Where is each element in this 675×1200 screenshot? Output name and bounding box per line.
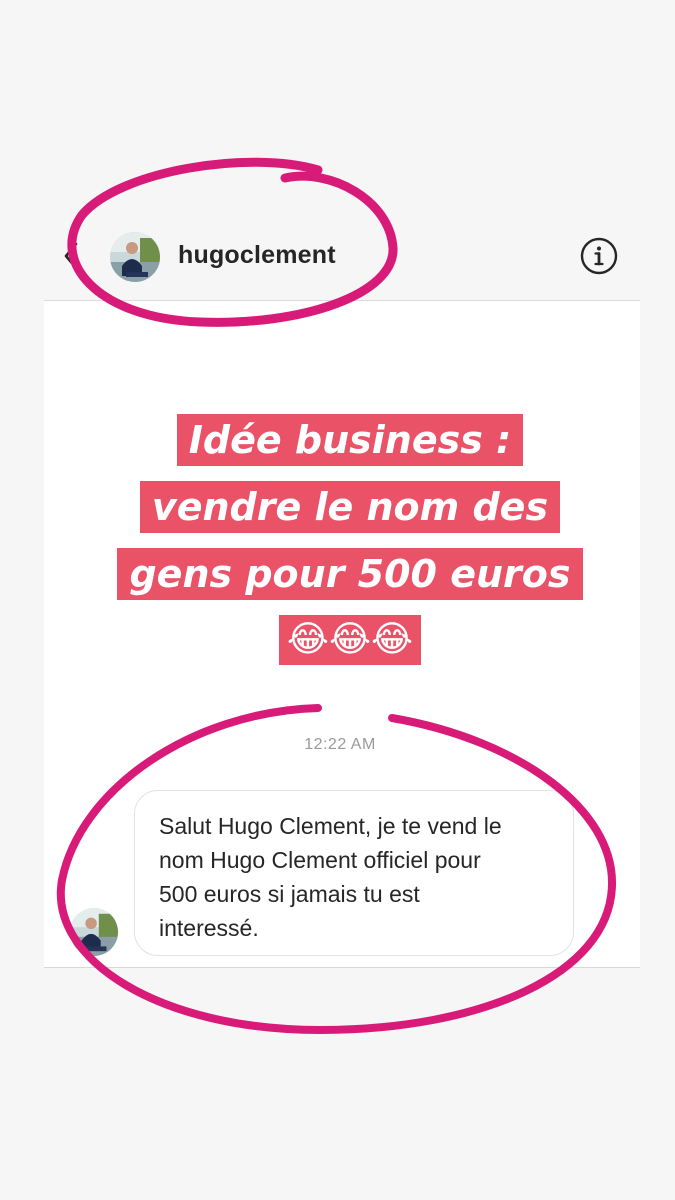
- headline-line-3: gens pour 500 euros: [117, 548, 583, 600]
- message-line-2: nom Hugo Clement officiel pour: [159, 847, 481, 873]
- message-line-1: Salut Hugo Clement, je te vend le: [159, 813, 502, 839]
- story-headline: Idée business : vendre le nom des gens p…: [60, 414, 640, 679]
- message-line-4: interessé.: [159, 915, 259, 941]
- avatar[interactable]: [110, 232, 160, 282]
- laughing-emoji-line: 😂😂😂: [278, 615, 422, 665]
- info-circle-icon[interactable]: [579, 236, 619, 276]
- sender-avatar[interactable]: [70, 908, 118, 956]
- message-text: Salut Hugo Clement, je te vend le nom Hu…: [159, 809, 551, 945]
- composer-divider: [44, 967, 640, 968]
- chevron-left-icon[interactable]: [60, 238, 84, 274]
- message-bubble[interactable]: Salut Hugo Clement, je te vend le nom Hu…: [134, 790, 574, 956]
- username[interactable]: hugoclement: [178, 241, 336, 270]
- header-divider: [44, 300, 640, 301]
- headline-line-1: Idée business :: [176, 414, 524, 466]
- message-timestamp: 12:22 AM: [304, 736, 376, 753]
- headline-line-2: vendre le nom des: [139, 481, 561, 533]
- message-line-3: 500 euros si jamais tu est: [159, 881, 420, 907]
